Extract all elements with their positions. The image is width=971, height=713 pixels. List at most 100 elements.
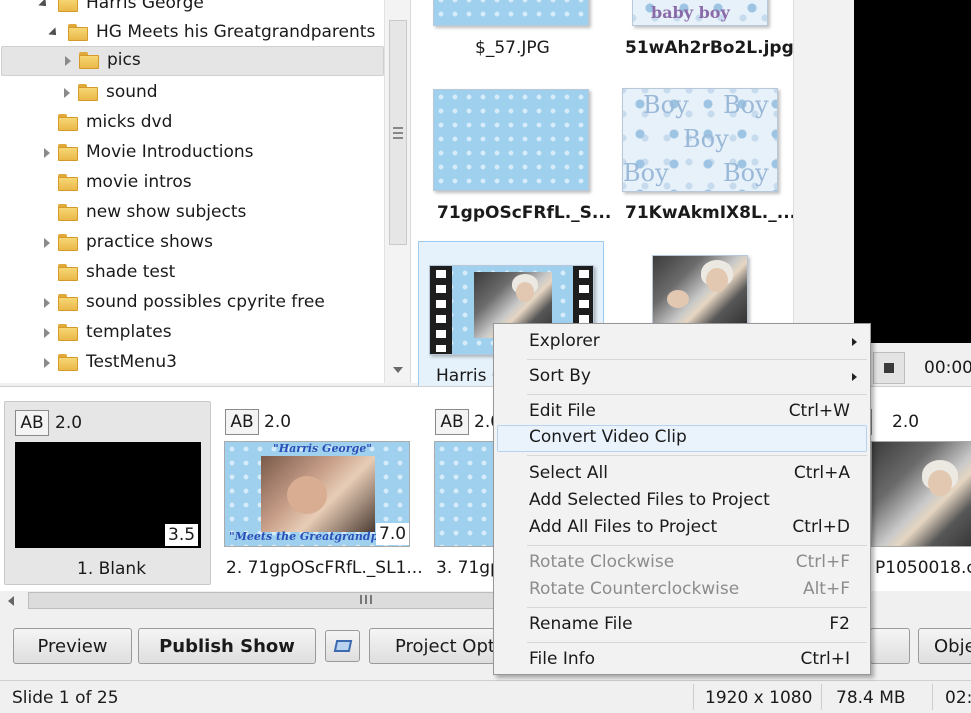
slide-caption: 1. Blank — [77, 559, 147, 579]
file-thumbnail[interactable]: Boy Boy Boy Boy Boy — [622, 88, 778, 192]
folder-icon — [68, 24, 88, 41]
folder-icon — [58, 294, 78, 311]
menu-item-shortcut: Ctrl+A — [793, 463, 850, 483]
menu-item-shortcut: Alt+F — [802, 579, 850, 599]
file-thumbnail-photo[interactable] — [652, 255, 748, 325]
transition-ab-icon[interactable]: AB — [435, 409, 469, 435]
transition-duration[interactable]: 2.0 — [55, 413, 82, 433]
tree-item-testmenu3[interactable]: TestMenu3 — [0, 348, 384, 378]
tree-item-hg-meets[interactable]: HG Meets his Greatgrandparents — [0, 18, 384, 48]
slide-duration[interactable]: 3.5 — [165, 524, 199, 546]
stop-button[interactable] — [873, 352, 905, 384]
tree-scrollbar[interactable] — [384, 0, 410, 383]
tree-item-templates[interactable]: templates — [0, 318, 384, 348]
slide-duration[interactable]: 7.0 — [376, 523, 410, 545]
menu-item-sort-by[interactable]: Sort By — [497, 364, 867, 391]
menu-item-select-all[interactable]: Select All Ctrl+A — [497, 461, 867, 488]
menu-item-explorer[interactable]: Explorer — [497, 329, 867, 356]
tree-item-practice-shows[interactable]: practice shows — [0, 228, 384, 258]
menu-item-file-info[interactable]: File Info Ctrl+I — [497, 647, 867, 674]
file-thumbnail[interactable]: baby boy — [632, 0, 768, 26]
collapsed-arrow-icon[interactable] — [62, 55, 74, 67]
preview-screen — [854, 0, 971, 343]
transition-ab-icon[interactable]: AB — [15, 410, 49, 436]
slide-item[interactable]: B 2.0 P1050018.c — [848, 401, 971, 585]
tree-item-shade-test[interactable]: shade test — [0, 258, 384, 288]
tree-item-label: sound — [106, 82, 158, 102]
file-name: 71gpOScFRfL._S... — [437, 203, 612, 223]
submenu-arrow-icon — [852, 338, 857, 346]
tree-item-label: Harris George — [86, 0, 204, 13]
tree-item-harris-george[interactable]: Harris George — [0, 0, 384, 19]
folder-icon — [58, 354, 78, 371]
slide-item[interactable]: AB 2.0 3.5 1. Blank — [4, 401, 211, 585]
menu-item-label: Sort By — [529, 366, 591, 386]
collapsed-arrow-icon[interactable] — [41, 357, 53, 369]
scroll-down-arrow-icon[interactable] — [393, 367, 403, 373]
collapsed-arrow-icon[interactable] — [41, 297, 53, 309]
transition-ab-icon[interactable]: AB — [225, 409, 259, 435]
tree-item-micks-dvd[interactable]: micks dvd — [0, 108, 384, 138]
publish-show-button[interactable]: Publish Show — [138, 628, 316, 664]
menu-item-convert-video-clip[interactable]: Convert Video Clip — [497, 425, 867, 452]
preview-button[interactable]: Preview — [13, 628, 132, 664]
menu-item-label: Convert Video Clip — [529, 427, 687, 447]
tree-item-label: movie intros — [86, 172, 192, 192]
folder-icon — [58, 0, 78, 12]
tree-item-sound[interactable]: sound — [0, 78, 384, 108]
tree-item-sound-possibles[interactable]: sound possibles cpyrite free — [0, 288, 384, 318]
tree-item-label: Movie Introductions — [86, 142, 254, 162]
menu-item-add-selected-files[interactable]: Add Selected Files to Project — [497, 488, 867, 515]
slide-item[interactable]: AB 2.0 "Harris George" "Meets the Greatg… — [214, 401, 423, 585]
folder-icon — [58, 204, 78, 221]
tree-item-label: HG Meets his Greatgrandparents — [96, 22, 376, 42]
context-menu[interactable]: Explorer Sort By Edit File Ctrl+W Conver… — [493, 323, 871, 675]
banner-top-text: "Harris George" — [273, 442, 372, 455]
menu-item-label: Rename File — [529, 614, 633, 634]
menu-item-shortcut: Ctrl+D — [792, 517, 850, 537]
expanded-arrow-icon[interactable] — [38, 0, 50, 10]
collapsed-arrow-icon[interactable] — [41, 327, 53, 339]
transition-duration[interactable]: 2.0 — [892, 412, 919, 432]
tree-item-movie-introductions[interactable]: Movie Introductions — [0, 138, 384, 168]
menu-item-shortcut: Ctrl+W — [788, 401, 850, 421]
scroll-left-arrow-icon[interactable] — [8, 596, 14, 606]
tree-item-label: micks dvd — [86, 112, 173, 132]
tree-item-new-show-subjects[interactable]: new show subjects — [0, 198, 384, 228]
tree-item-label: pics — [107, 50, 141, 70]
folder-icon — [58, 264, 78, 281]
tree-item-pics[interactable]: pics — [1, 46, 384, 76]
folder-tree[interactable]: Harris George HG Meets his Greatgrandpar… — [0, 0, 410, 383]
folder-icon — [58, 114, 78, 131]
menu-item-label: Explorer — [529, 331, 600, 351]
folder-icon — [58, 144, 78, 161]
time-readout: 00:00. — [924, 358, 971, 378]
menu-item-label: Rotate Clockwise — [529, 552, 675, 572]
menu-item-rename-file[interactable]: Rename File F2 — [497, 612, 867, 639]
file-thumbnail[interactable] — [433, 89, 589, 191]
menu-item-shortcut: F2 — [829, 614, 850, 634]
collapsed-arrow-icon[interactable] — [61, 87, 73, 99]
project-size: 78.4 MB — [836, 688, 906, 708]
expanded-arrow-icon[interactable] — [48, 27, 60, 39]
menu-item-label: Rotate Counterclockwise — [529, 579, 740, 599]
menu-item-edit-file[interactable]: Edit File Ctrl+W — [497, 399, 867, 426]
tree-item-movie-intros[interactable]: movie intros — [0, 168, 384, 198]
app-window: Harris George HG Meets his Greatgrandpar… — [0, 0, 971, 713]
collapsed-arrow-icon[interactable] — [41, 237, 53, 249]
screen-options-button[interactable] — [325, 630, 360, 662]
collapsed-arrow-icon[interactable] — [41, 147, 53, 159]
grip-icon — [393, 127, 403, 139]
boy-text: Boy — [723, 91, 769, 119]
hidden-toolbar-button[interactable] — [870, 628, 910, 664]
menu-item-add-all-files[interactable]: Add All Files to Project Ctrl+D — [497, 515, 867, 542]
transition-duration[interactable]: 2.0 — [264, 412, 291, 432]
file-thumbnail[interactable] — [433, 0, 589, 26]
show-duration: 02: — [945, 688, 971, 708]
folder-icon — [79, 52, 99, 69]
menu-item-label: Select All — [529, 463, 608, 483]
objects-button[interactable]: Obje — [918, 628, 971, 664]
menu-item-label: Add Selected Files to Project — [529, 490, 770, 510]
slide-thumbnail[interactable] — [871, 441, 971, 547]
menu-item-label: File Info — [529, 649, 596, 669]
